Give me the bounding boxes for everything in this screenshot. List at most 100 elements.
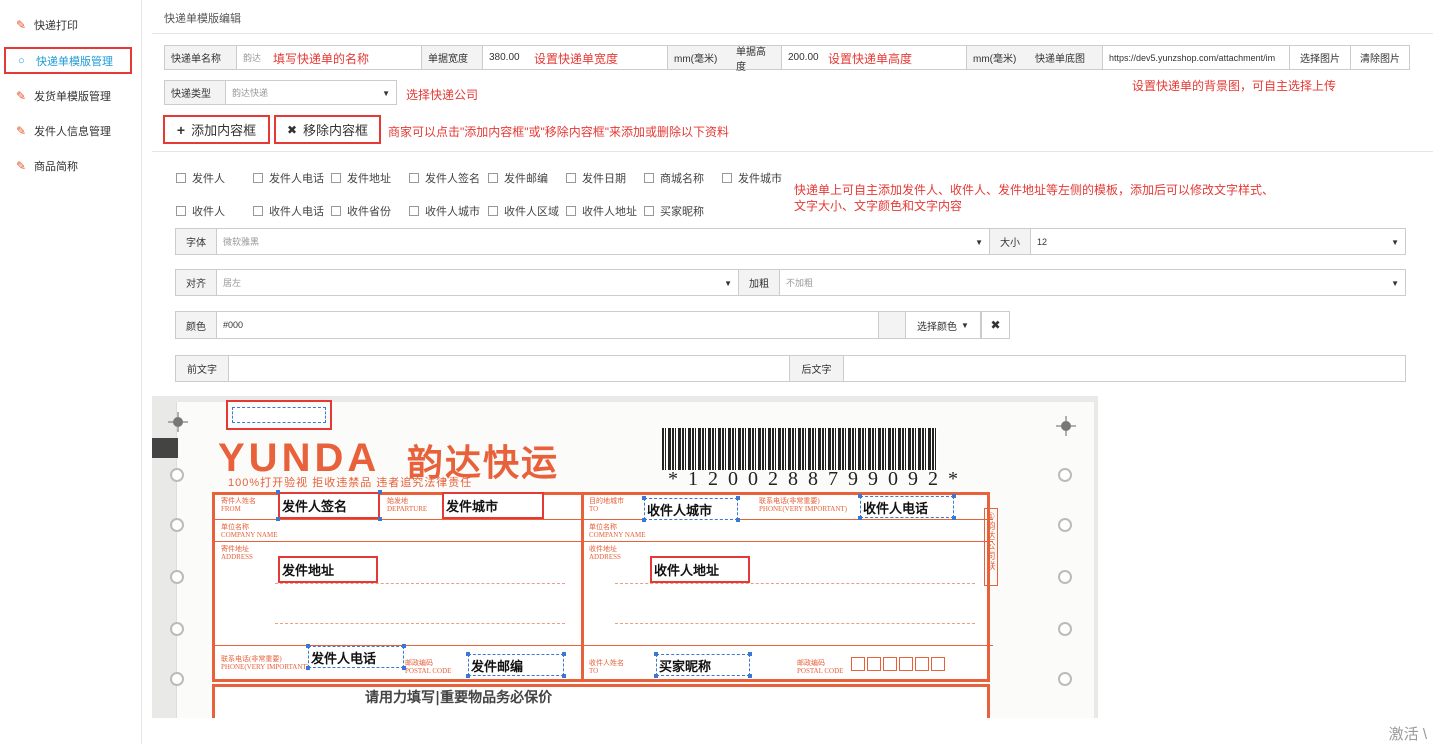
resize-handle[interactable] [642, 518, 646, 522]
name-input-value: 韵达 [243, 53, 262, 63]
checkbox-sender-phone[interactable]: 发件人电话 [253, 170, 324, 186]
punch-hole [170, 468, 184, 482]
resize-handle[interactable] [466, 652, 470, 656]
field-receiver-city[interactable]: 收件人城市 [644, 498, 738, 520]
resize-handle[interactable] [858, 516, 862, 520]
checkbox-sender-city[interactable]: 发件城市 [722, 170, 782, 186]
checkbox-box[interactable] [176, 173, 186, 183]
field-receiver-address[interactable]: 收件人地址 [650, 556, 750, 583]
checkbox-label: 发件人签名 [425, 173, 480, 185]
resize-handle[interactable] [952, 516, 956, 520]
resize-handle[interactable] [276, 490, 280, 494]
bold-select[interactable]: 不加粗 ▼ [779, 269, 1406, 296]
resize-handle[interactable] [748, 674, 752, 678]
checkbox-box[interactable] [409, 206, 419, 216]
choose-image-button[interactable]: 选择图片 [1289, 45, 1351, 70]
sidebar-item-express-template[interactable]: ○ 快递单模版管理 [4, 47, 132, 74]
waybill-canvas: YUNDA 韵达快运 100%打开验视 拒收违禁品 违者追究法律责任 *1200… [152, 396, 1098, 718]
field-receiver-phone[interactable]: 收件人电话 [860, 496, 954, 518]
checkbox-box[interactable] [644, 206, 654, 216]
checkbox-box[interactable] [566, 173, 576, 183]
checkbox-label: 发件日期 [582, 173, 626, 185]
checkbox-sender-address[interactable]: 发件地址 [331, 170, 391, 186]
checkbox-annotation-line1: 快递单上可自主添加发件人、收件人、发件地址等左侧的模板，添加后可以修改文字样式、 [794, 183, 1275, 197]
checkbox-box[interactable] [409, 173, 419, 183]
resize-handle[interactable] [858, 494, 862, 498]
field-sender-address[interactable]: 发件地址 [278, 556, 378, 583]
bg-url-input[interactable]: https://dev5.yunzshop.com/attachment/im [1102, 45, 1290, 70]
resize-handle[interactable] [378, 490, 382, 494]
checkbox-box[interactable] [331, 173, 341, 183]
checkbox-receiver-city[interactable]: 收件人城市 [409, 203, 480, 219]
checkbox-box[interactable] [488, 206, 498, 216]
field-sender-sign[interactable]: 发件人签名 [278, 492, 380, 519]
checkbox-box[interactable] [566, 206, 576, 216]
height-input-value: 200.00 [788, 52, 819, 63]
sidebar-item-sender-info[interactable]: ✎ 发件人信息管理 [0, 116, 142, 146]
resize-handle[interactable] [654, 674, 658, 678]
checkbox-receiver-area[interactable]: 收件人区域 [488, 203, 559, 219]
resize-handle[interactable] [748, 652, 752, 656]
checkbox-box[interactable] [253, 173, 263, 183]
express-type-select[interactable]: 韵达快递 ▼ [225, 80, 397, 105]
empty-field-box[interactable] [232, 407, 326, 423]
remove-box-button[interactable]: ✖ 移除内容框 [274, 115, 381, 144]
resize-handle[interactable] [276, 517, 280, 521]
field-sender-phone[interactable]: 发件人电话 [308, 646, 404, 668]
checkbox-box[interactable] [331, 206, 341, 216]
bold-label: 加粗 [738, 269, 780, 296]
checkbox-box[interactable] [253, 206, 263, 216]
bg-annotation: 设置快递单的背景图，可自主选择上传 [1132, 79, 1337, 93]
resize-handle[interactable] [306, 666, 310, 670]
field-sender-city[interactable]: 发件城市 [442, 492, 544, 519]
checkbox-receiver[interactable]: 收件人 [176, 203, 225, 219]
clear-image-button[interactable]: 清除图片 [1350, 45, 1410, 70]
resize-handle[interactable] [378, 517, 382, 521]
checkbox-receiver-province[interactable]: 收件省份 [331, 203, 391, 219]
resize-handle[interactable] [466, 674, 470, 678]
suffix-input[interactable] [843, 355, 1406, 382]
prefix-input[interactable] [228, 355, 790, 382]
checkbox-sender-sign[interactable]: 发件人签名 [409, 170, 480, 186]
checkbox-shop-name[interactable]: 商城名称 [644, 170, 704, 186]
resize-handle[interactable] [402, 644, 406, 648]
checkbox-box[interactable] [644, 173, 654, 183]
resize-handle[interactable] [736, 496, 740, 500]
resize-handle[interactable] [642, 496, 646, 500]
resize-handle[interactable] [952, 494, 956, 498]
sidebar-item-invoice-template[interactable]: ✎ 发货单模版管理 [0, 81, 142, 111]
checkbox-sender[interactable]: 发件人 [176, 170, 225, 186]
field-sender-postcode[interactable]: 发件邮编 [468, 654, 564, 676]
font-select[interactable]: 微软雅黑 ▼ [216, 228, 990, 255]
caret-down-icon: ▼ [975, 238, 983, 247]
empty-field-highlight[interactable] [226, 400, 332, 430]
clear-color-button[interactable]: ✖ [981, 311, 1010, 339]
checkbox-receiver-address[interactable]: 收件人地址 [566, 203, 637, 219]
resize-handle[interactable] [562, 652, 566, 656]
label-postal-to: 邮政编码 POSTAL CODE [797, 659, 844, 675]
checkbox-box[interactable] [488, 173, 498, 183]
checkbox-box[interactable] [176, 206, 186, 216]
resize-handle[interactable] [562, 674, 566, 678]
field-buyer-nick[interactable]: 买家昵称 [656, 654, 750, 676]
resize-handle[interactable] [306, 644, 310, 648]
align-select[interactable]: 居左 ▼ [216, 269, 739, 296]
resize-handle[interactable] [402, 666, 406, 670]
size-select[interactable]: 12 ▼ [1030, 228, 1406, 255]
color-input[interactable]: #000 [216, 311, 879, 339]
checkbox-receiver-phone[interactable]: 收件人电话 [253, 203, 324, 219]
checkbox-buyer-nick[interactable]: 买家昵称 [644, 203, 704, 219]
resize-handle[interactable] [654, 652, 658, 656]
checkbox-send-date[interactable]: 发件日期 [566, 170, 626, 186]
field-text: 收件人城市 [647, 503, 713, 519]
choose-color-button[interactable]: 选择颜色 ▼ [905, 311, 981, 339]
sidebar-item-product-abbr[interactable]: ✎ 商品简称 [0, 151, 142, 181]
add-box-button[interactable]: + 添加内容框 [163, 115, 270, 144]
checkbox-box[interactable] [722, 173, 732, 183]
resize-handle[interactable] [736, 518, 740, 522]
magic-wand-icon: ✎ [16, 18, 27, 32]
checkbox-sender-postcode[interactable]: 发件邮编 [488, 170, 548, 186]
sidebar-item-express-print[interactable]: ✎ 快递打印 [0, 10, 142, 40]
sidebar-item-label: 快递打印 [34, 20, 78, 32]
punch-hole [170, 518, 184, 532]
